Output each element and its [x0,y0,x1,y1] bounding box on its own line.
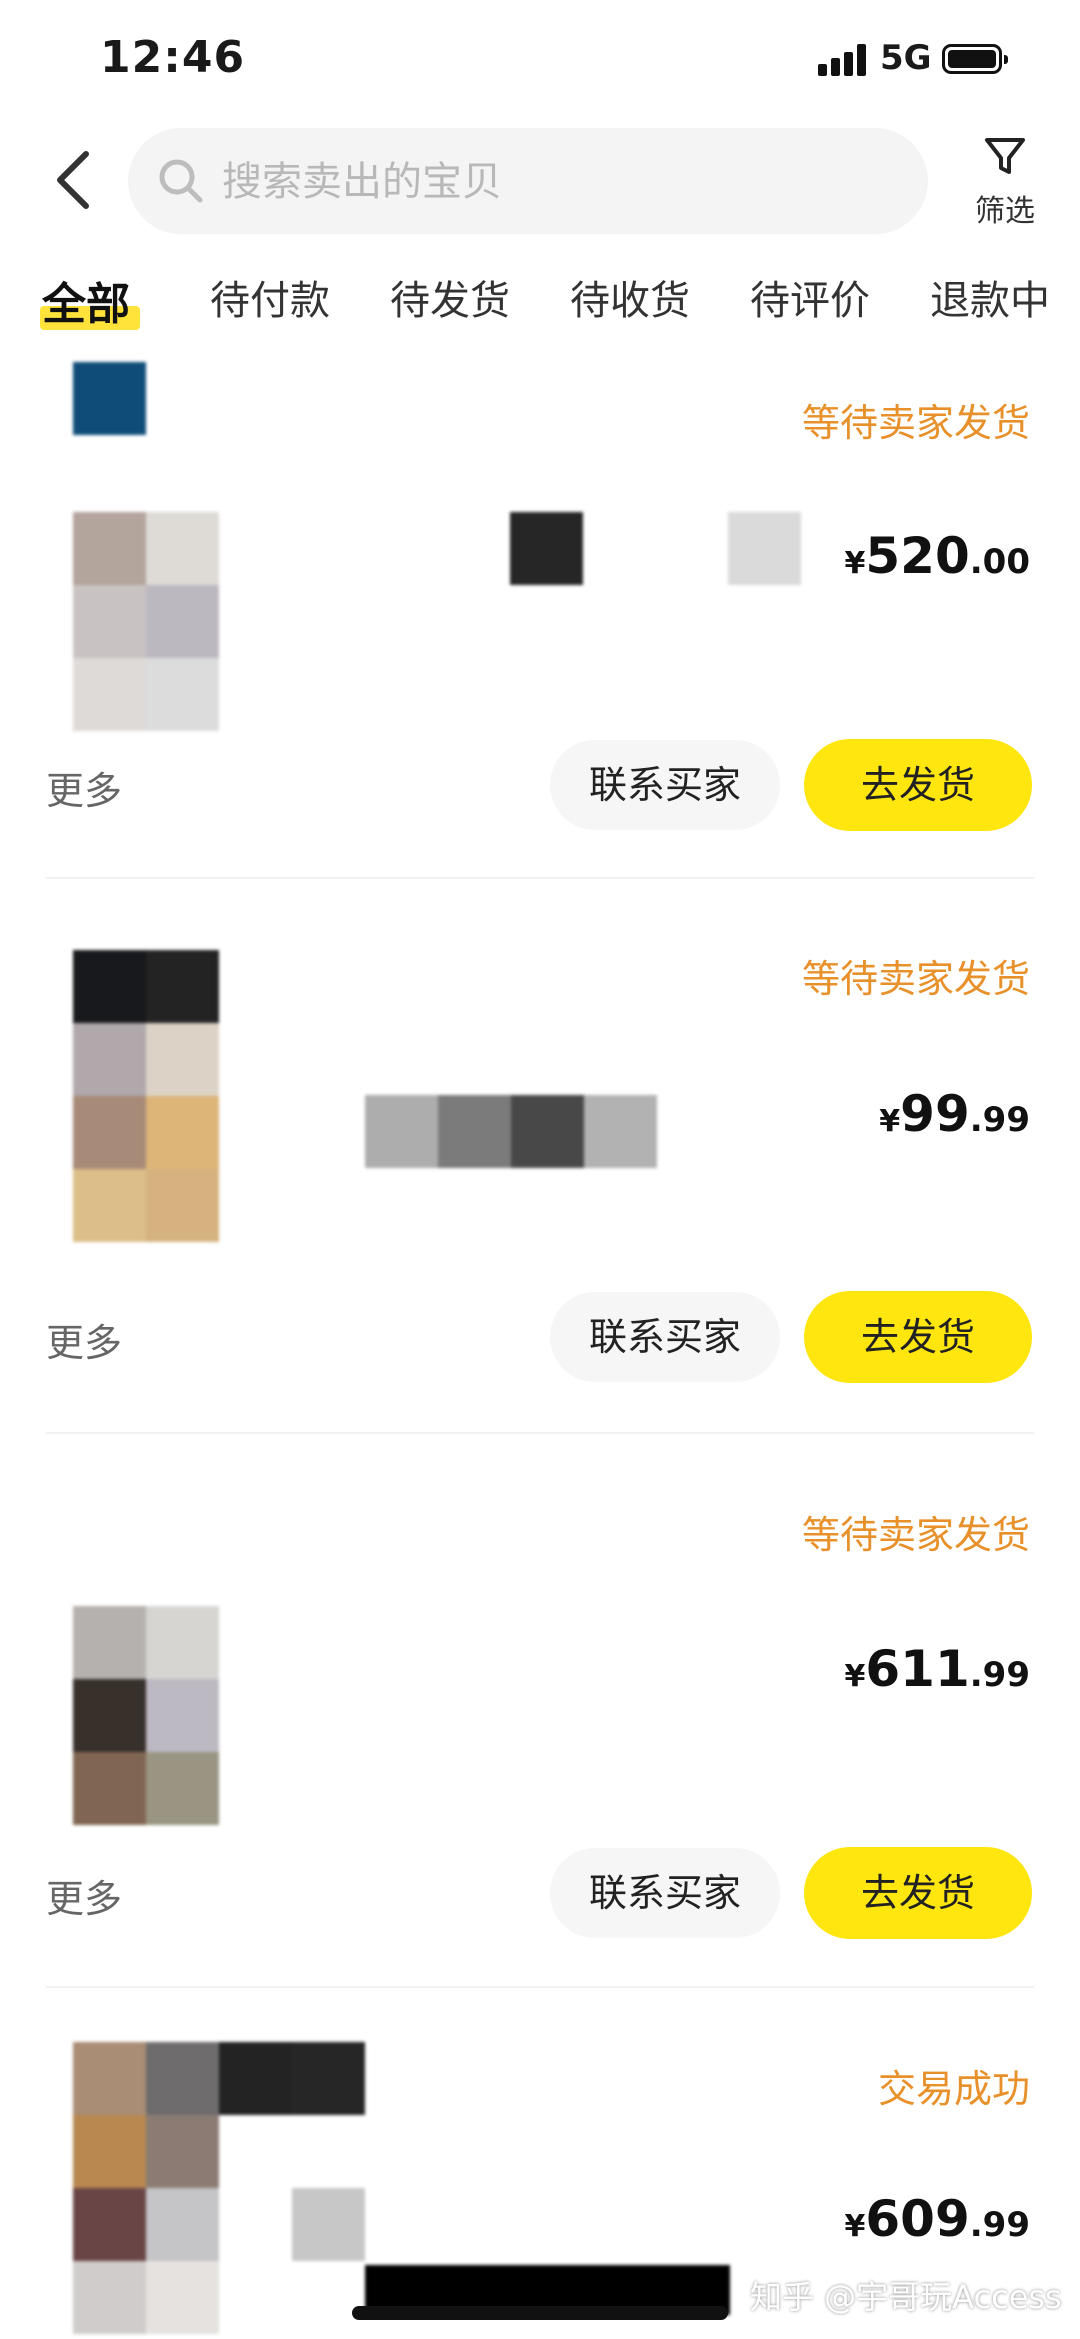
order-price: ¥609.99 [845,2190,1030,2248]
order-price: ¥99.99 [879,1085,1030,1143]
search-icon [159,159,203,203]
order-card: 等待卖家发货 ¥520.00 更多 联系买家 去发货 [0,352,1080,872]
network-type: 5G [880,38,932,78]
contact-buyer-button[interactable]: 联系买家 [550,1292,780,1382]
more-link[interactable]: 更多 [46,1312,122,1367]
more-link[interactable]: 更多 [46,1868,122,1923]
price-integer: 520 [865,527,970,585]
signal-icon [818,44,870,76]
ship-button[interactable]: 去发货 [804,1291,1032,1383]
search-input[interactable] [220,148,904,216]
price-integer: 611 [865,1640,970,1698]
divider [46,1986,1034,1988]
order-price: ¥611.99 [845,1640,1030,1698]
price-integer: 99 [900,1085,970,1143]
order-card: 等待卖家发货 ¥611.99 更多 联系买家 去发货 [0,1436,1080,1986]
back-button[interactable] [40,140,110,220]
order-tabs: 全部 待付款 待发货 待收货 待评价 退款中 [0,268,1080,348]
battery-icon [942,44,1008,74]
order-status: 等待卖家发货 [801,957,1030,1001]
search-box[interactable] [128,128,928,234]
price-currency: ¥ [844,1659,866,1694]
status-time: 12:46 [100,32,246,83]
order-status: 等待卖家发货 [801,401,1030,445]
order-status: 交易成功 [877,2067,1030,2111]
divider [46,1432,1034,1434]
status-bar: 12:46 5G [0,0,1080,120]
contact-buyer-button[interactable]: 联系买家 [550,1848,780,1938]
price-currency: ¥ [879,1104,901,1139]
ship-button[interactable]: 去发货 [804,1847,1032,1939]
order-card: 等待卖家发货 ¥99.99 更多 联系买家 去发货 [0,880,1080,1430]
tab-pending-shipment[interactable]: 待发货 [390,268,510,326]
order-price: ¥520.00 [845,527,1030,585]
tab-pending-receipt[interactable]: 待收货 [570,268,690,326]
order-status: 等待卖家发货 [801,1513,1030,1557]
divider [46,877,1034,879]
home-indicator [352,2306,728,2320]
price-decimal: .99 [969,2205,1030,2245]
filter-icon [985,138,1025,174]
more-link[interactable]: 更多 [46,760,122,815]
tab-pending-review[interactable]: 待评价 [750,268,870,326]
price-decimal: .00 [969,542,1030,582]
filter-button[interactable]: 筛选 [960,128,1050,238]
tab-pending-payment[interactable]: 待付款 [210,268,330,326]
price-currency: ¥ [844,2209,866,2244]
price-integer: 609 [865,2190,970,2248]
price-decimal: .99 [969,1100,1030,1140]
ship-button[interactable]: 去发货 [804,739,1032,831]
contact-buyer-button[interactable]: 联系买家 [550,740,780,830]
watermark: 知乎 @宇哥玩Access [750,2278,1062,2316]
back-arrow-icon [57,151,89,209]
filter-label: 筛选 [975,194,1035,229]
tab-refunding[interactable]: 退款中 [930,268,1050,326]
tab-all[interactable]: 全部 [42,268,130,332]
price-currency: ¥ [844,546,866,581]
price-decimal: .99 [969,1655,1030,1695]
